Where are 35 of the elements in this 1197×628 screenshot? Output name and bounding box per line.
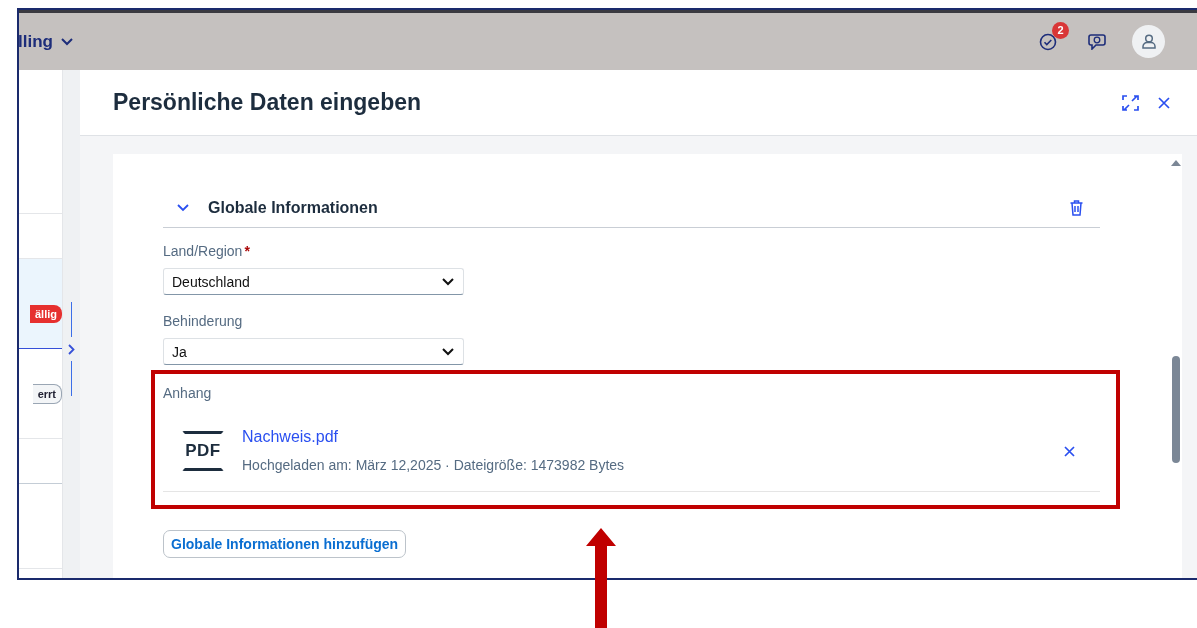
chevron-right-icon: [68, 343, 75, 355]
chevron-down-icon: [442, 347, 454, 356]
chevron-down-icon: [442, 277, 454, 286]
file-link[interactable]: Nachweis.pdf: [242, 428, 339, 446]
select-field[interactable]: Deutschland: [163, 268, 464, 295]
notification-badge: 2: [1052, 22, 1069, 39]
scrollbar-thumb[interactable]: [1172, 356, 1180, 463]
select-field[interactable]: Ja: [163, 338, 464, 365]
chevron-down-icon: [60, 37, 73, 46]
menu-button[interactable]: lling: [19, 31, 73, 52]
section-title: Globale Informationen: [208, 198, 379, 217]
arrow-up-icon: [586, 528, 616, 628]
status-badge: ällig: [30, 304, 62, 323]
fullscreen-button[interactable]: [1121, 93, 1139, 112]
check-circle-icon: [1038, 32, 1057, 51]
list-item[interactable]: ällig: [19, 259, 62, 349]
scroll-up-icon[interactable]: [1171, 160, 1181, 166]
person-icon: [1141, 34, 1156, 49]
file-details: Hochgeladen am: März 12,2025 · Dateigröße: 1473982 Bytes: [242, 457, 626, 473]
trash-icon: [1070, 199, 1083, 216]
add-button[interactable]: Globale Informationen hinzufügen: [163, 530, 407, 558]
required-marker: *: [244, 243, 250, 259]
close-icon: [1158, 96, 1170, 109]
status-badge: errt: [32, 383, 62, 404]
expand-icon: [1121, 94, 1139, 111]
chevron-down-icon: [177, 203, 189, 212]
dialog-title: Persönliche Daten eingeben: [113, 89, 422, 116]
chat-smiley-icon: [1087, 33, 1106, 50]
close-icon: [1063, 446, 1075, 457]
field-label: Anhang: [163, 385, 213, 401]
field-label: Behinderung: [163, 313, 244, 329]
remove-button[interactable]: [1062, 444, 1076, 459]
delete-button[interactable]: [1070, 199, 1084, 216]
field-label: Land/Region*: [163, 243, 251, 259]
user-avatar-button[interactable]: [1132, 25, 1165, 58]
